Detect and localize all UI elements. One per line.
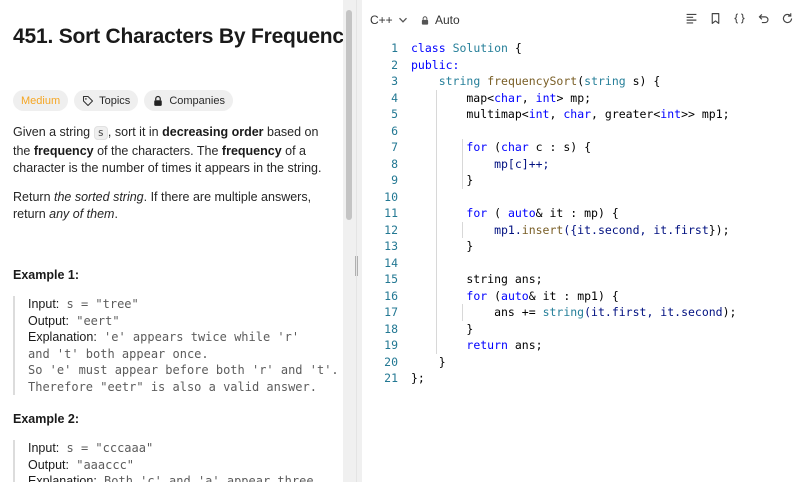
topics-label: Topics bbox=[99, 94, 131, 107]
code-line: 1 class Solution { bbox=[391, 41, 522, 55]
chevron-down-icon bbox=[398, 17, 407, 23]
code-area[interactable]: 1 class Solution { 2 public: 3 string freq… bbox=[362, 40, 800, 387]
auto-mode-toggle[interactable]: Auto bbox=[420, 13, 460, 27]
tag-icon bbox=[83, 95, 94, 106]
description-scrollbar[interactable] bbox=[346, 10, 352, 220]
code-line: 19 return ans; bbox=[384, 338, 543, 352]
code-line: 13 } bbox=[384, 239, 474, 253]
companies-button[interactable]: Companies bbox=[144, 90, 233, 111]
code-line: 15 string ans; bbox=[384, 272, 543, 286]
undo-icon[interactable] bbox=[757, 12, 770, 25]
description-panel: 451. Sort Characters By Frequency Medium… bbox=[0, 0, 343, 482]
description-paragraph-2: Return the sorted string. If there are m… bbox=[13, 189, 312, 222]
code-line: 7 for (char c : s) { bbox=[391, 140, 592, 154]
companies-label: Companies bbox=[169, 94, 225, 107]
code-line: 3 string frequencySort(string s) { bbox=[391, 74, 661, 88]
code-line: 21}; bbox=[384, 371, 425, 385]
description-paragraph-1: Given a string s, sort it in decreasing … bbox=[13, 125, 322, 175]
code-line: 6 bbox=[391, 123, 398, 138]
problem-title: 451. Sort Characters By Frequency bbox=[13, 25, 343, 48]
auto-label: Auto bbox=[435, 13, 460, 27]
example-1-block: Input: s = "tree" Output: "eert" Explana… bbox=[13, 296, 339, 395]
editor-toolbar: C++ Auto bbox=[362, 8, 800, 32]
code-line: 17 ans += string(it.first, it.second); bbox=[384, 305, 737, 319]
bookmark-icon[interactable] bbox=[709, 12, 722, 25]
lock-icon bbox=[421, 15, 429, 25]
lock-icon bbox=[154, 95, 163, 106]
editor-actions bbox=[685, 12, 794, 25]
code-line: 5 multimap<int, char, greater<int>> mp1; bbox=[391, 107, 730, 121]
panel-resize-handle[interactable] bbox=[354, 256, 359, 276]
code-line: 16 for (auto& it : mp1) { bbox=[384, 288, 619, 303]
code-line: 20 } bbox=[384, 354, 446, 369]
language-label: C++ bbox=[370, 13, 393, 27]
code-line: 2 public: bbox=[391, 57, 460, 72]
language-selector[interactable]: C++ bbox=[370, 13, 408, 27]
refresh-icon[interactable] bbox=[781, 12, 794, 25]
topics-button[interactable]: Topics bbox=[74, 90, 139, 111]
code-line: 18 } bbox=[384, 321, 474, 336]
example-1-title: Example 1: bbox=[13, 268, 80, 282]
braces-icon[interactable] bbox=[733, 12, 746, 25]
inline-code: s bbox=[93, 126, 108, 140]
code-line: 4 map<char, int> mp; bbox=[391, 90, 592, 105]
code-line: 8 mp[c]++; bbox=[391, 156, 550, 171]
code-line: 14 bbox=[384, 255, 398, 270]
code-line: 9 } bbox=[391, 173, 474, 187]
example-2-block: Input: s = "cccaaa" Output: "aaaccc" Exp… bbox=[13, 440, 335, 482]
problem-tags: Medium Topics Companies bbox=[13, 90, 233, 111]
difficulty-badge: Medium bbox=[13, 90, 69, 111]
example-2-title: Example 2: bbox=[13, 412, 80, 426]
problem-description: Given a string s, sort it in decreasing … bbox=[13, 124, 333, 235]
panel-divider bbox=[356, 0, 357, 482]
format-icon[interactable] bbox=[685, 12, 698, 25]
code-line: 10 bbox=[384, 189, 398, 204]
code-editor-panel: C++ Auto 1 class Solution { 2 public: 3 st… bbox=[362, 0, 800, 482]
code-line: 12 mp1.insert({it.second, it.first}); bbox=[384, 222, 730, 237]
code-line: 11 for ( auto& it : mp) { bbox=[384, 206, 619, 220]
